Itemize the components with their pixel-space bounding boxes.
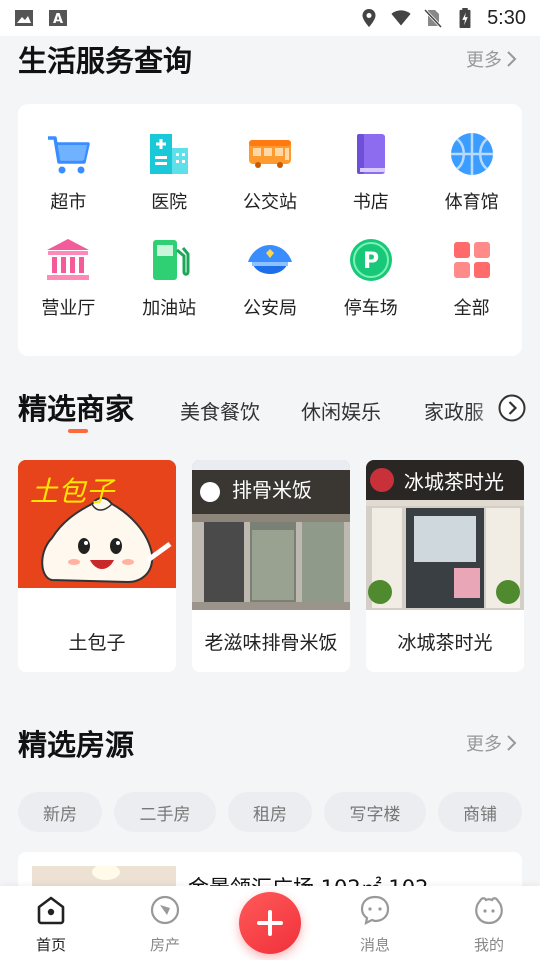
clock: 5:30 <box>487 6 526 29</box>
hospital-icon <box>150 134 189 174</box>
service-label: 全部 <box>453 298 490 319</box>
life-services-more-link[interactable]: 更多 <box>466 46 518 72</box>
app-screen: A 5:30 生活服务查询 更多 超市 医院 公交站 书店 体育馆 营业厅 加油… <box>0 0 540 960</box>
merchant-photo-tea-shop: 冰城茶时光 <box>366 460 524 610</box>
bus-icon <box>248 140 291 168</box>
service-business-hall[interactable]: 营业厅 <box>18 236 119 320</box>
service-label: 停车场 <box>343 298 398 319</box>
chevron-right-circle-icon[interactable] <box>498 394 526 422</box>
parking-icon: P <box>349 239 392 281</box>
wifi-icon <box>391 10 411 26</box>
merchant-name: 冰城茶时光 <box>397 632 493 654</box>
service-gas-station[interactable]: 加油站 <box>119 236 220 320</box>
nav-messages[interactable]: 消息 <box>335 894 415 955</box>
merchant-card[interactable]: 冰城茶时光 冰城茶时光 <box>366 460 524 672</box>
service-supermarket[interactable]: 超市 <box>18 130 119 214</box>
bank-icon <box>47 239 90 280</box>
tea-shop-sign-text: 冰城茶时光 <box>404 470 504 494</box>
service-label: 书店 <box>352 192 389 213</box>
plus-icon <box>257 910 283 936</box>
nav-property[interactable]: 房产 <box>125 894 205 955</box>
service-label: 体育馆 <box>444 192 499 213</box>
book-icon <box>356 134 385 174</box>
chip-shop[interactable]: 商铺 <box>438 792 522 832</box>
life-services-title: 生活服务查询 <box>18 44 193 78</box>
location-icon <box>362 9 376 27</box>
bun-logo-text: 土包子 <box>30 475 115 508</box>
service-bookstore[interactable]: 书店 <box>320 130 421 214</box>
chip-rent[interactable]: 租房 <box>228 792 312 832</box>
grid-icon <box>453 242 490 278</box>
home-icon <box>37 896 65 925</box>
service-label: 公安局 <box>242 298 297 319</box>
merchant-name: 老滋味排骨米饭 <box>204 632 338 654</box>
service-police[interactable]: 公安局 <box>220 236 321 320</box>
nav-label: 首页 <box>35 936 66 954</box>
tab-entertainment[interactable]: 休闲娱乐 <box>301 396 381 425</box>
service-label: 超市 <box>50 192 87 213</box>
svg-text:A: A <box>53 12 63 27</box>
life-services-card: 超市 医院 公交站 书店 体育馆 营业厅 加油站 公安局 P 停车场 全部 <box>18 104 522 356</box>
housing-more-link[interactable]: 更多 <box>466 730 518 756</box>
merchant-list: 土包子 土包子 排骨米饭 老滋味排骨米饭 冰城茶时光 冰城茶时光 <box>18 460 524 672</box>
merchants-title[interactable]: 精选商家 <box>18 386 134 428</box>
chevron-right-icon <box>507 735 517 751</box>
compass-icon <box>150 895 180 925</box>
merchant-tabs: 精选商家 美食餐饮 休闲娱乐 家政服 <box>0 384 540 436</box>
more-label: 更多 <box>466 734 502 755</box>
service-bus-stop[interactable]: 公交站 <box>220 130 321 214</box>
battery-charging-icon <box>459 8 471 28</box>
chip-second-hand[interactable]: 二手房 <box>114 792 216 832</box>
publish-button[interactable] <box>239 892 301 954</box>
merchant-photo-restaurant: 排骨米饭 <box>192 460 350 610</box>
service-gym[interactable]: 体育馆 <box>421 130 522 214</box>
profile-icon <box>475 897 503 925</box>
chevron-right-icon <box>507 51 517 67</box>
more-label: 更多 <box>466 50 502 71</box>
chip-office[interactable]: 写字楼 <box>324 792 426 832</box>
merchant-card[interactable]: 排骨米饭 老滋味排骨米饭 <box>192 460 350 672</box>
gas-station-icon <box>153 240 190 280</box>
basketball-icon <box>450 133 493 175</box>
service-parking[interactable]: P 停车场 <box>320 236 421 320</box>
service-label: 公交站 <box>242 192 297 213</box>
chat-icon <box>360 895 390 925</box>
housing-filter-chips: 新房 二手房 租房 写字楼 商铺 <box>18 792 522 832</box>
housing-title: 精选房源 <box>18 728 135 762</box>
tab-food[interactable]: 美食餐饮 <box>180 396 260 425</box>
nav-profile[interactable]: 我的 <box>449 894 529 955</box>
no-sim-icon <box>423 8 443 28</box>
nav-label: 我的 <box>473 936 504 954</box>
nav-label: 房产 <box>149 936 180 954</box>
active-tab-indicator <box>68 429 88 433</box>
restaurant-sign-text: 排骨米饭 <box>232 478 312 502</box>
service-label: 加油站 <box>142 298 197 319</box>
nav-label: 消息 <box>359 936 390 954</box>
service-label: 营业厅 <box>41 298 96 319</box>
svg-text:P: P <box>363 249 379 274</box>
merchant-card[interactable]: 土包子 土包子 <box>18 460 176 672</box>
service-label: 医院 <box>151 192 188 213</box>
nav-home[interactable]: 首页 <box>11 894 91 955</box>
shopping-cart-icon <box>48 136 91 174</box>
text-a-icon: A <box>49 10 67 27</box>
merchant-name: 土包子 <box>68 632 126 654</box>
service-all[interactable]: 全部 <box>421 236 522 320</box>
status-bar: A 5:30 <box>0 0 540 36</box>
police-cap-icon <box>247 245 292 274</box>
chip-new-house[interactable]: 新房 <box>18 792 102 832</box>
merchant-logo-bun: 土包子 <box>18 460 176 610</box>
image-icon <box>15 10 33 26</box>
service-hospital[interactable]: 医院 <box>119 130 220 214</box>
